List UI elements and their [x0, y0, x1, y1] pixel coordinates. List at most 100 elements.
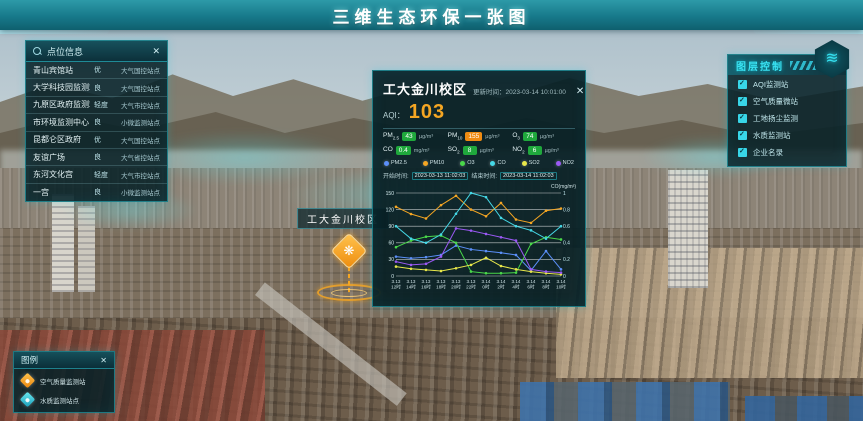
- station-name: 友谊广场: [33, 152, 90, 163]
- close-icon[interactable]: ✕: [152, 46, 160, 57]
- update-time-value: 2023-03-14 10:01:00: [506, 89, 566, 96]
- station-list-item[interactable]: 市环境监测中心 良 小微监测站点: [26, 114, 167, 131]
- station-type: 大气国控站点: [114, 83, 160, 93]
- pollutant-name: O3: [512, 132, 520, 140]
- svg-text:0.8: 0.8: [563, 207, 570, 213]
- divider: [383, 128, 575, 129]
- layers-icon: ≋: [825, 51, 838, 67]
- pollutant-cell: PM2.5 43 µg/m³: [383, 132, 446, 141]
- checkbox-checked-icon[interactable]: [738, 131, 747, 140]
- legend-label: NO2: [563, 160, 574, 166]
- station-rows: 青山宾馆站 优 大气国控站点 大学科技园监测站 良 大气国控站点 九原区政府监测…: [26, 62, 167, 201]
- station-aqi-level: 良: [94, 152, 110, 162]
- search-icon[interactable]: [33, 47, 42, 56]
- station-list-item[interactable]: 九原区政府监测站 轻度 大气市控站点: [26, 97, 167, 114]
- svg-text:120: 120: [386, 207, 395, 213]
- aqi-detail-popup: 工大金川校区 更新时间：2023-03-14 10:01:00 ✕ AQI： 1…: [372, 70, 586, 307]
- layer-toggle-item[interactable]: 空气质量微站: [728, 92, 846, 109]
- legend-color-dot: [490, 161, 495, 166]
- legend-color-dot: [556, 161, 561, 166]
- layer-label: 企业名录: [753, 147, 783, 158]
- svg-text:3.142时: 3.142时: [497, 279, 506, 289]
- pollutant-unit: mg/m³: [414, 148, 430, 154]
- checkbox-checked-icon[interactable]: [738, 114, 747, 123]
- station-name: 大学科技园监测站: [33, 82, 90, 93]
- station-aqi-level: 良: [94, 187, 110, 197]
- layer-label: 水质监测站: [753, 130, 791, 141]
- pollutant-value-badge: 43: [402, 132, 416, 141]
- legend-item[interactable]: CO: [490, 160, 505, 166]
- layer-toggle-item[interactable]: AQI监测站: [728, 75, 846, 92]
- svg-text:30: 30: [388, 257, 394, 263]
- station-type: 大气国控站点: [114, 65, 160, 75]
- close-icon[interactable]: ✕: [100, 356, 107, 365]
- legend-label: PM10: [430, 160, 444, 166]
- svg-text:3.148时: 3.148时: [542, 279, 551, 289]
- layer-label: 工地扬尘监测: [753, 113, 798, 124]
- legend-color-dot: [460, 161, 465, 166]
- station-list-item[interactable]: 昆都仑区政府 优 大气国控站点: [26, 132, 167, 149]
- checkbox-checked-icon[interactable]: [738, 80, 747, 89]
- checkbox-checked-icon[interactable]: [738, 97, 747, 106]
- svg-text:3.1316时: 3.1316时: [421, 279, 431, 289]
- station-panel-title: 点位信息: [47, 45, 83, 58]
- legend-color-dot: [423, 161, 428, 166]
- station-type: 大气市控站点: [114, 170, 160, 180]
- legend-panel-title: 图例: [21, 354, 38, 366]
- pollutant-cell: PM10 155 µg/m³: [448, 132, 511, 141]
- close-icon[interactable]: ✕: [576, 86, 584, 97]
- layer-items: AQI监测站 空气质量微站 工地扬尘监测 水质监测站 企业名录: [728, 75, 846, 160]
- map-legend-panel: 图例 ✕ 空气质量监测站 水质监测站点: [13, 351, 115, 413]
- legend-panel-header: 图例 ✕: [14, 352, 114, 369]
- layer-toggle-item[interactable]: 水质监测站: [728, 126, 846, 143]
- pollutant-chart: 030609012015000.20.40.60.81CO(mg/m³)3.13…: [383, 183, 577, 293]
- station-name: 昆都仑区政府: [33, 134, 90, 145]
- svg-text:0.4: 0.4: [563, 241, 570, 247]
- blue-roof-warehouses-2: [745, 396, 863, 421]
- station-list-item[interactable]: 大学科技园监测站 良 大气国控站点: [26, 79, 167, 96]
- pollutant-unit: µg/m³: [540, 134, 554, 140]
- top-title-bar: 三维生态环保一张图: [0, 0, 863, 30]
- legend-item[interactable]: O3: [460, 160, 474, 166]
- svg-text:0.2: 0.2: [563, 257, 570, 263]
- end-time-label: 结束时间:: [471, 171, 497, 180]
- station-type: 小微监测站点: [114, 187, 160, 197]
- svg-text:3.1410时: 3.1410时: [556, 279, 566, 289]
- legend-item[interactable]: SO2: [522, 160, 540, 166]
- start-time-label: 开始时间:: [383, 171, 409, 180]
- layer-toggle-item[interactable]: 工地扬尘监测: [728, 109, 846, 126]
- station-list-item[interactable]: 一宫 良 小微监测站点: [26, 184, 167, 201]
- legend-item[interactable]: PM2.5: [384, 160, 407, 166]
- station-name: 一宫: [33, 187, 90, 198]
- svg-text:90: 90: [388, 224, 394, 230]
- update-time-label: 更新时间：: [473, 89, 506, 96]
- layer-toggle-item[interactable]: 企业名录: [728, 143, 846, 160]
- legend-item[interactable]: PM10: [423, 160, 444, 166]
- pollutant-grid: PM2.5 43 µg/m³ PM10 155 µg/m³ O3 74 µg/m…: [383, 132, 575, 155]
- svg-text:0.6: 0.6: [563, 224, 570, 230]
- end-time-input[interactable]: 2023-03-14 11:02:03: [500, 172, 557, 180]
- pollutant-cell: CO 0.4 mg/m³: [383, 146, 446, 155]
- legend-item[interactable]: NO2: [556, 160, 574, 166]
- checkbox-checked-icon[interactable]: [738, 148, 747, 157]
- aqi-value: 103: [409, 101, 445, 124]
- layer-panel-title: 图层控制: [736, 58, 784, 73]
- water-station-marker-icon: [20, 392, 36, 408]
- station-list-item[interactable]: 青山宾馆站 优 大气国控站点: [26, 62, 167, 79]
- pollutant-unit: µg/m³: [545, 148, 559, 154]
- svg-text:1: 1: [563, 191, 566, 197]
- station-aqi-level: 轻度: [94, 170, 110, 180]
- station-list-item[interactable]: 友谊广场 良 大气省控站点: [26, 149, 167, 166]
- pollutant-name: PM2.5: [383, 132, 399, 140]
- pollutant-unit: µg/m³: [485, 134, 499, 140]
- pollutant-name: SO2: [448, 146, 460, 154]
- station-list-item[interactable]: 东河文化宫 轻度 大气市控站点: [26, 166, 167, 183]
- cream-buildings: [556, 248, 863, 378]
- map-legend-label: 水质监测站点: [40, 395, 79, 405]
- marker-pulse-ring-inner: [331, 289, 367, 297]
- station-list-panel: 点位信息 ✕ 青山宾馆站 优 大气国控站点 大学科技园监测站 良 大气国控站点 …: [25, 40, 168, 202]
- layer-label: 空气质量微站: [753, 96, 798, 107]
- pollutant-cell: O3 74 µg/m³: [512, 132, 575, 141]
- start-time-input[interactable]: 2023-03-13 11:02:03: [412, 172, 469, 180]
- legend-label: PM2.5: [391, 160, 407, 166]
